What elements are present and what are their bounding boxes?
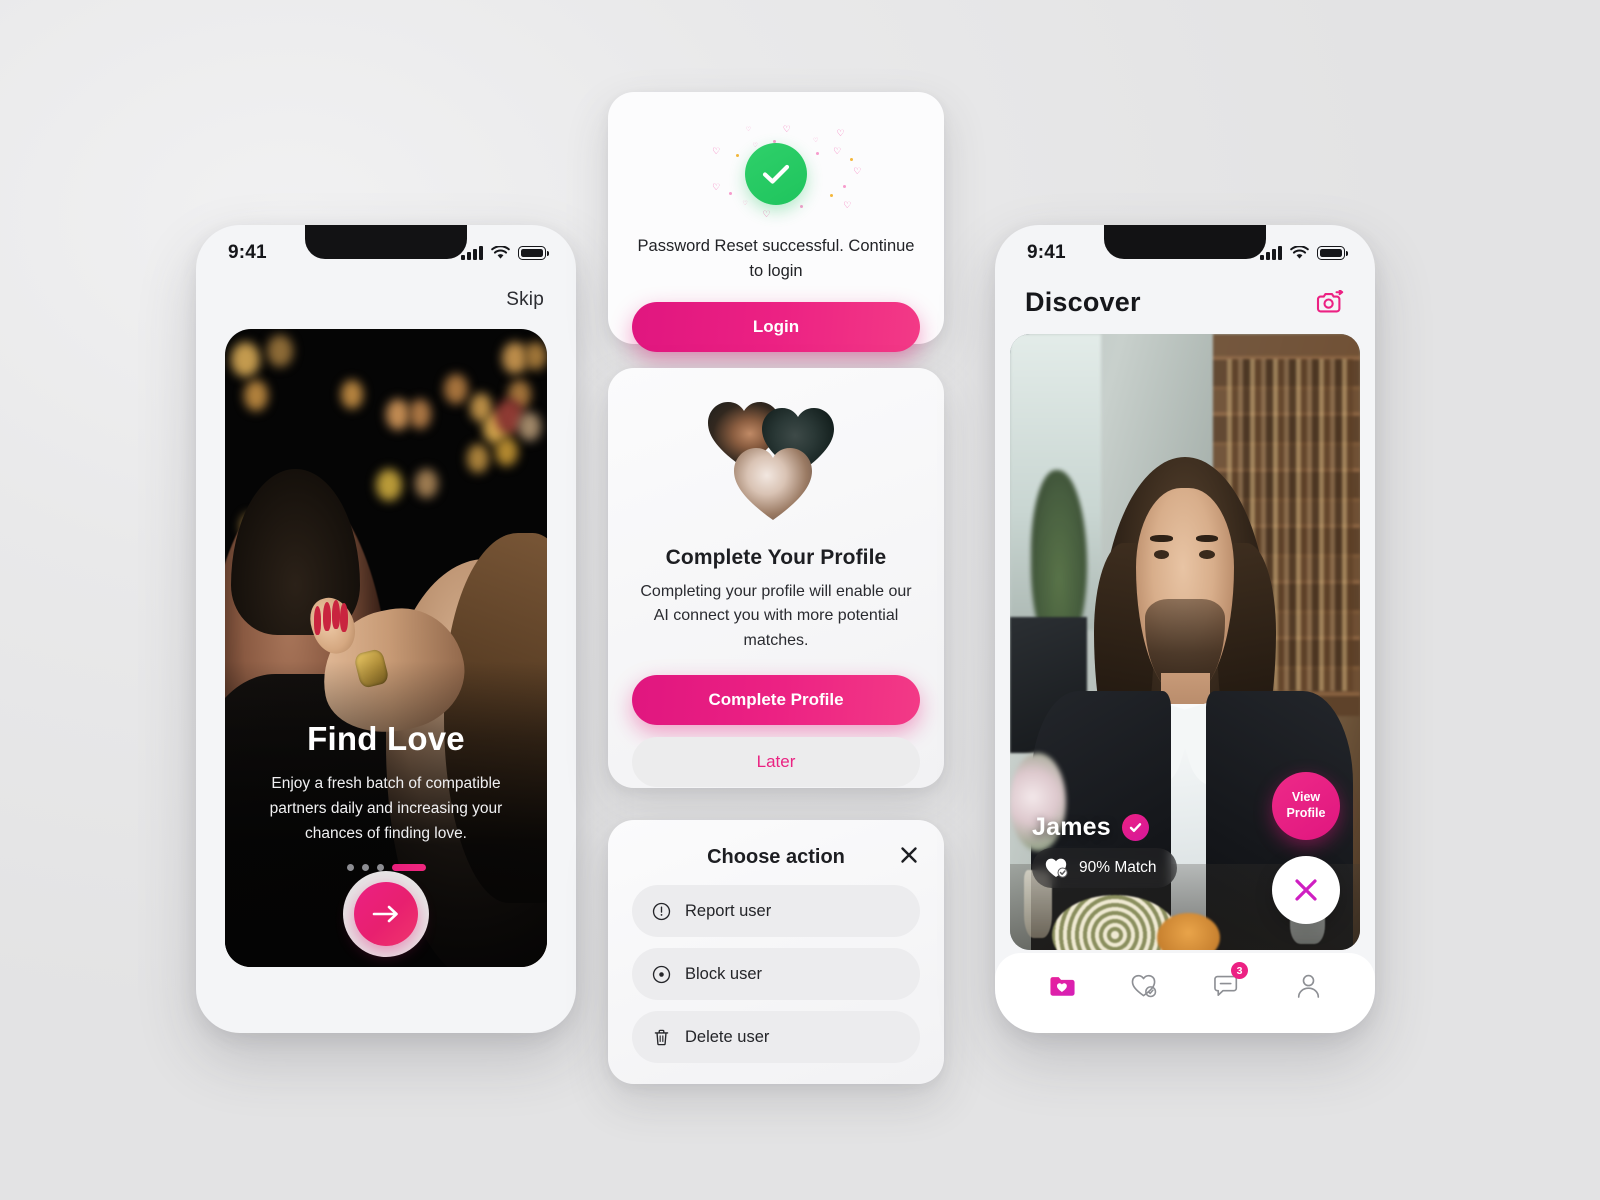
battery-icon — [518, 246, 549, 260]
trash-icon — [654, 1029, 669, 1045]
hero-description: Enjoy a fresh batch of compatible partne… — [269, 774, 503, 842]
onboarding-hero: Find Love Enjoy a fresh batch of compati… — [225, 329, 547, 967]
tab-matches[interactable] — [1122, 966, 1166, 1006]
status-icons — [461, 246, 549, 260]
tab-profile[interactable] — [1286, 966, 1330, 1006]
action-item-delete-user[interactable]: Delete user — [632, 1011, 920, 1063]
match-percentage-text: 90% Match — [1079, 859, 1157, 876]
action-item-label: Block user — [685, 964, 763, 983]
success-illustration: ♡ ♡ ♡ ♡ ♡ ♡ ♡ ♡ ♡ ♡ ♡ ♡ — [608, 118, 944, 230]
login-button[interactable]: Login — [632, 301, 920, 352]
action-item-report-user[interactable]: Report user — [632, 885, 920, 937]
add-photo-camera-icon — [1316, 289, 1344, 312]
status-time: 9:41 — [1027, 242, 1066, 263]
phone-notch — [1104, 225, 1266, 259]
wifi-icon — [1290, 246, 1309, 259]
next-button-halo — [343, 871, 429, 957]
close-x-icon — [1295, 879, 1317, 901]
action-item-block-user[interactable]: Block user — [632, 948, 920, 1000]
later-button[interactable]: Later — [632, 736, 920, 787]
pagination-dots[interactable] — [249, 864, 523, 871]
complete-profile-title: Complete Your Profile — [665, 546, 887, 569]
pagination-dot[interactable] — [376, 864, 384, 871]
hero-title: Find Love — [307, 719, 465, 757]
pagination-dot[interactable] — [361, 864, 369, 871]
view-profile-line2: Profile — [1286, 806, 1326, 820]
verified-check-glyph-icon — [1129, 823, 1142, 832]
action-sheet-header: Choose action — [608, 820, 944, 875]
password-reset-card: ♡ ♡ ♡ ♡ ♡ ♡ ♡ ♡ ♡ ♡ ♡ ♡ Password Reset s… — [608, 92, 944, 352]
profile-name-row: James — [1032, 813, 1149, 842]
onboarding-phone: 9:41 Skip Find Love Enjoy a fresh batch … — [196, 225, 576, 1033]
discover-profile-card[interactable]: James 90% Match View Profile — [1010, 334, 1360, 950]
block-circle-icon — [652, 965, 671, 983]
status-time: 9:41 — [228, 242, 267, 263]
messages-badge: 3 — [1231, 962, 1248, 979]
discover-header: Discover — [995, 281, 1375, 318]
action-item-label: Report user — [685, 901, 772, 920]
heart-check-icon — [1131, 974, 1156, 997]
complete-profile-button[interactable]: Complete Profile — [632, 674, 920, 725]
battery-icon — [1317, 246, 1348, 260]
close-icon — [901, 847, 917, 863]
skip-button[interactable]: Skip — [506, 289, 544, 311]
status-icons — [1260, 246, 1348, 260]
pagination-dot-active[interactable] — [391, 864, 426, 871]
hero-copy: Find Love Enjoy a fresh batch of compati… — [225, 720, 547, 871]
view-profile-button[interactable]: View Profile — [1272, 772, 1340, 840]
close-button[interactable] — [896, 842, 922, 868]
success-check-icon — [745, 143, 807, 205]
phone-notch — [305, 225, 467, 259]
user-icon — [1297, 974, 1319, 998]
action-list: Report user Block user Delete user — [608, 875, 944, 1063]
view-profile-line1: View — [1291, 790, 1321, 805]
match-percentage-badge: 90% Match — [1032, 848, 1177, 888]
tab-messages[interactable]: 3 — [1204, 962, 1248, 1006]
heart-collage-photos — [704, 402, 848, 524]
choose-action-sheet: Choose action Report user Block user Del… — [608, 820, 944, 1084]
bottom-tab-bar: 3 — [995, 953, 1375, 1033]
tab-discover[interactable] — [1040, 966, 1084, 1006]
next-button[interactable] — [354, 882, 418, 946]
exclamation-circle-icon — [652, 902, 671, 920]
pagination-dot[interactable] — [346, 864, 354, 871]
reject-button[interactable] — [1272, 856, 1340, 924]
folder-heart-icon — [1049, 977, 1075, 996]
discover-phone: 9:41 Discover James 90% Match View Profi… — [995, 225, 1375, 1033]
complete-profile-body: Completing your profile will enable our … — [640, 583, 912, 649]
wifi-icon — [491, 246, 510, 259]
profile-name: James — [1032, 813, 1111, 841]
verified-badge-icon — [1121, 814, 1149, 841]
complete-profile-card: Complete Your Profile Completing your pr… — [608, 368, 944, 788]
heart-check-icon — [1045, 858, 1068, 878]
skip-row: Skip — [196, 281, 576, 311]
check-glyph-icon — [762, 164, 790, 184]
page-title: Discover — [1025, 287, 1141, 317]
arrow-right-icon — [372, 905, 398, 923]
collage-heart-3 — [734, 448, 812, 520]
reset-message: Password Reset successful. Continue to l… — [637, 237, 915, 280]
action-sheet-title: Choose action — [707, 846, 845, 868]
add-photo-camera-button[interactable] — [1315, 289, 1345, 316]
action-item-label: Delete user — [685, 1027, 770, 1046]
